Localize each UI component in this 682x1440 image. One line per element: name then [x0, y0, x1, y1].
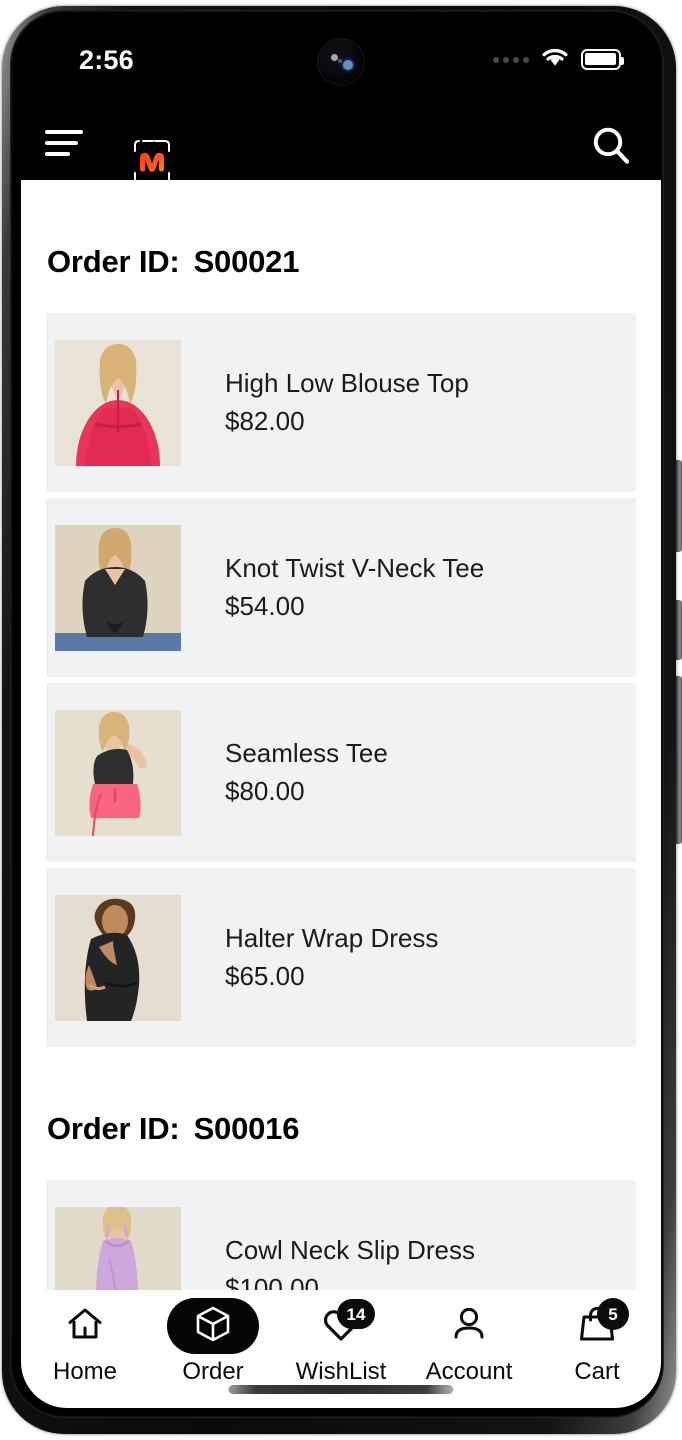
home-icon — [65, 1304, 105, 1349]
box-cube-icon — [194, 1305, 232, 1348]
product-card[interactable]: Seamless Tee $80.00 — [46, 683, 636, 862]
product-thumbnail — [55, 524, 181, 651]
signal-dots-icon — [493, 56, 529, 63]
side-button-volume-up[interactable] — [676, 460, 682, 552]
search-icon[interactable] — [589, 124, 633, 168]
product-price: $65.00 — [225, 960, 305, 991]
wifi-icon — [540, 46, 570, 73]
nav-item-order[interactable]: Order — [154, 1298, 272, 1386]
order-list-content[interactable]: Order ID: S00021 High Low Blouse Top $82… — [21, 180, 661, 1290]
product-price: $80.00 — [225, 775, 305, 806]
product-price: $82.00 — [225, 405, 305, 436]
nav-label-order: Order — [182, 1358, 244, 1385]
status-bar: 2:56 — [21, 20, 661, 106]
phone-screen: 2:56 Order ID: S00021 High Low Blouse To… — [21, 20, 661, 1408]
product-thumbnail — [55, 709, 181, 836]
order-id-value: S00021 — [193, 244, 300, 279]
order-id-label: Order ID: — [47, 1111, 180, 1146]
product-card[interactable]: Halter Wrap Dress $65.00 — [46, 868, 636, 1047]
battery-icon — [581, 49, 624, 70]
product-name: Cowl Neck Slip Dress — [225, 1235, 475, 1266]
side-button-volume-down[interactable] — [676, 600, 682, 660]
nav-item-wishlist[interactable]: 14 WishList — [282, 1298, 400, 1386]
product-thumbnail — [55, 1206, 181, 1290]
product-name: Seamless Tee — [225, 738, 388, 769]
cart-badge: 5 — [597, 1298, 629, 1330]
nav-active-pill — [167, 1298, 259, 1354]
nav-label-wishlist: WishList — [295, 1358, 387, 1385]
nav-label-account: Account — [425, 1358, 513, 1385]
product-name: High Low Blouse Top — [225, 368, 469, 399]
wishlist-badge: 14 — [337, 1299, 375, 1329]
order-id-label: Order ID: — [47, 244, 180, 279]
product-name: Knot Twist V-Neck Tee — [225, 553, 485, 584]
nav-item-home[interactable]: Home — [26, 1298, 144, 1386]
product-card[interactable]: Cowl Neck Slip Dress $100.00 — [46, 1180, 636, 1290]
person-icon — [449, 1304, 489, 1349]
side-button-power[interactable] — [676, 676, 682, 844]
product-price: $54.00 — [225, 590, 305, 621]
order-heading: Order ID: S00016 — [21, 1111, 661, 1147]
product-name: Halter Wrap Dress — [225, 923, 439, 954]
status-bar-indicators — [493, 46, 624, 73]
status-bar-time: 2:56 — [79, 45, 134, 75]
nav-label-cart: Cart — [574, 1358, 620, 1385]
nav-item-cart[interactable]: 5 Cart — [538, 1298, 656, 1386]
order-id-value: S00016 — [193, 1111, 300, 1146]
home-indicator[interactable] — [228, 1385, 454, 1394]
product-card[interactable]: Knot Twist V-Neck Tee $54.00 — [46, 498, 636, 677]
hamburger-menu-icon[interactable] — [45, 124, 91, 162]
product-card[interactable]: High Low Blouse Top $82.00 — [46, 313, 636, 492]
nav-item-account[interactable]: Account — [410, 1298, 528, 1386]
app-bar — [21, 106, 661, 180]
product-price: $100.00 — [225, 1272, 319, 1291]
phone-frame: 2:56 Order ID: S00021 High Low Blouse To… — [0, 0, 682, 1440]
product-thumbnail — [55, 339, 181, 466]
product-thumbnail — [55, 894, 181, 1021]
front-camera-punch-hole — [317, 38, 365, 86]
order-heading: Order ID: S00021 — [21, 244, 661, 280]
nav-label-home: Home — [52, 1358, 118, 1385]
